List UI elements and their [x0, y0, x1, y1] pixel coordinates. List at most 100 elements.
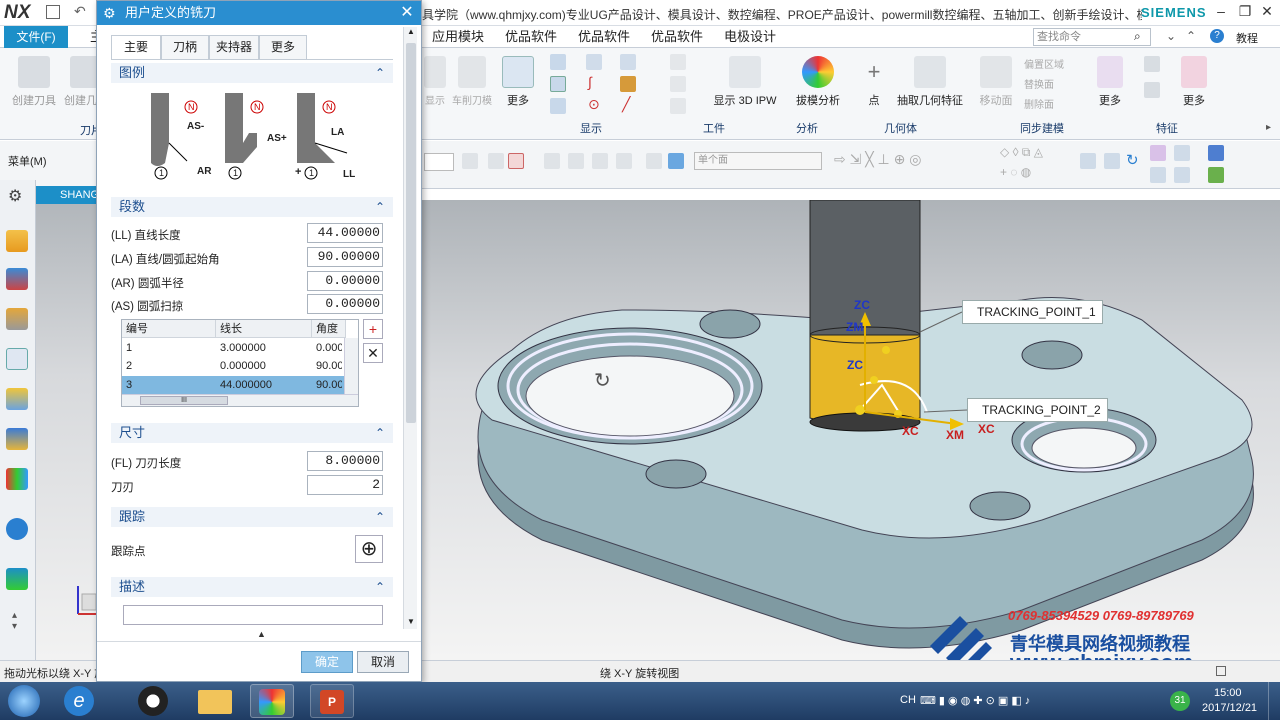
- dialog-scroll-thumb[interactable]: [406, 43, 416, 423]
- show-3d-ipw-button[interactable]: 显示 3D IPW: [712, 52, 778, 122]
- layer-icon[interactable]: [586, 54, 602, 70]
- close-icon[interactable]: ✕: [1256, 3, 1278, 21]
- render-icon-2[interactable]: [1208, 167, 1224, 183]
- chevron-up-icon[interactable]: ⌃: [375, 507, 385, 527]
- undo-icon[interactable]: ↶: [74, 3, 86, 20]
- gear-icon[interactable]: ⚙: [8, 186, 22, 206]
- web-browser-icon[interactable]: [6, 518, 28, 540]
- more-feature-button[interactable]: 更多: [1178, 52, 1210, 122]
- workpiece-icon-3[interactable]: [670, 98, 686, 114]
- table-cell[interactable]: 44.000000: [216, 376, 312, 394]
- ie-icon[interactable]: e: [64, 686, 94, 716]
- flutes-input[interactable]: 2: [307, 475, 383, 495]
- table-cell[interactable]: 3.000000: [216, 339, 312, 357]
- clock-date[interactable]: 2017/12/21: [1202, 702, 1257, 714]
- curve-icon[interactable]: ∫: [588, 74, 592, 90]
- scroll-up-icon[interactable]: ▲: [407, 27, 415, 36]
- section-description-header[interactable]: 描述 ⌃: [111, 577, 393, 597]
- reuse-library-icon[interactable]: [6, 428, 28, 450]
- status-resize-icon[interactable]: [1216, 666, 1226, 676]
- tab-plugin-3[interactable]: 优品软件: [651, 26, 703, 48]
- dialog-scrollbar[interactable]: ▲ ▼: [403, 27, 417, 629]
- col-header-number[interactable]: 编号: [122, 320, 216, 338]
- qq-icon[interactable]: [138, 686, 168, 716]
- ar-input[interactable]: 0.00000: [307, 271, 383, 291]
- extract-geometry-button[interactable]: 抽取几何特征: [894, 52, 966, 122]
- toolbar-icon-1[interactable]: [462, 153, 478, 169]
- view-icon-1[interactable]: [1080, 153, 1096, 169]
- tab-holder[interactable]: 夹持器: [209, 35, 259, 59]
- tab-application[interactable]: 应用模块: [432, 26, 484, 48]
- flute-length-input[interactable]: 8.00000: [307, 451, 383, 471]
- table-cell[interactable]: 90.00: [312, 376, 342, 394]
- delete-segment-icon[interactable]: ✕: [363, 343, 383, 363]
- ppt-taskbar-button[interactable]: P: [310, 684, 354, 718]
- toolbar-icon-8[interactable]: [646, 153, 662, 169]
- more-sync-button[interactable]: 更多: [1094, 52, 1126, 122]
- display-ghost-button[interactable]: 显示: [422, 52, 448, 122]
- render-icon-1[interactable]: [1208, 145, 1224, 161]
- wireframe-icon[interactable]: [550, 98, 566, 114]
- tab-shank[interactable]: 刀柄: [161, 35, 209, 59]
- toolbar-icon-3[interactable]: [508, 153, 524, 169]
- description-input[interactable]: [123, 605, 383, 625]
- folder-icon[interactable]: [198, 690, 232, 714]
- offset-region-button[interactable]: 偏置区域: [1024, 56, 1064, 71]
- toolbar-icon-4[interactable]: [544, 153, 560, 169]
- filter-dropdown[interactable]: [424, 153, 454, 171]
- feature-icon-2[interactable]: [1144, 82, 1160, 98]
- view-icon[interactable]: [550, 54, 566, 70]
- toolbar-icon-2[interactable]: [488, 153, 504, 169]
- collapse-arrow-icon[interactable]: ▲: [257, 629, 266, 639]
- input-language[interactable]: CH: [900, 694, 916, 706]
- help-icon[interactable]: ?: [1210, 29, 1224, 43]
- dialog-close-icon[interactable]: ✕: [397, 3, 417, 23]
- cube-icon[interactable]: [668, 153, 684, 169]
- replace-face-button[interactable]: 替换面: [1024, 76, 1054, 91]
- section-legend-header[interactable]: 图例 ⌃: [111, 63, 393, 83]
- tab-plugin-2[interactable]: 优品软件: [578, 26, 630, 48]
- layer2-icon[interactable]: [620, 54, 636, 70]
- tab-electrode[interactable]: 电极设计: [724, 26, 776, 48]
- tray-badge[interactable]: 31: [1170, 691, 1190, 711]
- chevron-up-icon[interactable]: ⌃: [375, 197, 385, 217]
- tutorial-link[interactable]: 教程: [1236, 30, 1258, 46]
- tray-icons[interactable]: ⌨ ▮ ◉ ◍ ✚ ⊙ ▣ ◧ ♪: [920, 694, 1030, 707]
- snap-icons-2[interactable]: ◇ ◊ ⧉ ◬: [1000, 145, 1043, 160]
- chevron-up-icon[interactable]: ⌃: [375, 577, 385, 597]
- toolbar-icon-6[interactable]: [592, 153, 608, 169]
- shaded-icon[interactable]: [550, 76, 566, 92]
- more-display-button[interactable]: 更多: [500, 52, 536, 122]
- chevron-up-icon[interactable]: ⌃: [375, 423, 385, 443]
- tab-more[interactable]: 更多: [259, 35, 307, 59]
- col-header-angle[interactable]: 角度: [312, 320, 346, 338]
- table-cell[interactable]: 1: [122, 339, 216, 357]
- chevron-up-icon[interactable]: ⌃: [375, 63, 385, 83]
- la-input[interactable]: 90.00000: [307, 247, 383, 267]
- section-segments-header[interactable]: 段数 ⌃: [111, 197, 393, 217]
- hammer-icon[interactable]: [620, 76, 636, 92]
- snap-icons-3[interactable]: + ◌ ◍: [1000, 165, 1031, 179]
- move-face-button[interactable]: 移动面: [976, 52, 1016, 122]
- col-header-length[interactable]: 线长: [216, 320, 312, 338]
- clock-time[interactable]: 15:00: [1214, 687, 1242, 699]
- palette-icon[interactable]: [6, 468, 28, 490]
- tracking-point-button[interactable]: ⊕: [355, 535, 383, 563]
- section-size-header[interactable]: 尺寸 ⌃: [111, 423, 393, 443]
- feature-icon-1[interactable]: [1144, 56, 1160, 72]
- toolbar-icon-5[interactable]: [568, 153, 584, 169]
- delete-face-button[interactable]: 删除面: [1024, 96, 1054, 111]
- as-input[interactable]: 0.00000: [307, 294, 383, 314]
- graphics-window[interactable]: TRACKING_POINT_1 TRACKING_POINT_2 ZC ZM …: [422, 200, 1280, 660]
- navigator-icon[interactable]: [6, 230, 28, 252]
- save-icon[interactable]: [46, 5, 60, 19]
- selection-scope-dropdown[interactable]: 单个面: [694, 152, 822, 170]
- view-icon-4[interactable]: [1150, 167, 1166, 183]
- table-cell[interactable]: 2: [122, 357, 216, 375]
- cancel-button[interactable]: 取消: [357, 651, 409, 673]
- file-menu-tab[interactable]: 文件(F): [4, 26, 68, 48]
- nx-taskbar-button[interactable]: [250, 684, 294, 718]
- table-cell[interactable]: 3: [122, 376, 216, 394]
- refresh-icon[interactable]: ↻: [1126, 151, 1139, 169]
- ok-button[interactable]: 确定: [301, 651, 353, 673]
